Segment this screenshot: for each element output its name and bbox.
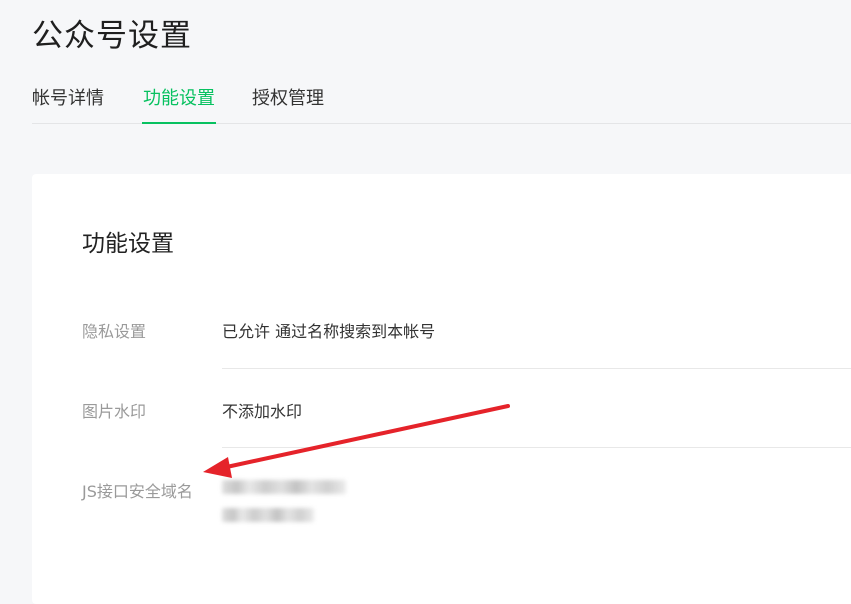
tab-bar: 帐号详情 功能设置 授权管理 bbox=[32, 72, 851, 124]
settings-row-privacy: 隐私设置 已允许 通过名称搜索到本帐号 bbox=[82, 318, 851, 370]
feature-settings-card: 功能设置 隐私设置 已允许 通过名称搜索到本帐号 图片水印 不添加水印 JS接口… bbox=[32, 174, 851, 604]
redacted-domain-1 bbox=[222, 480, 346, 494]
row-label: 图片水印 bbox=[82, 402, 147, 421]
row-value: 不添加水印 bbox=[222, 402, 303, 421]
redacted-domain-2 bbox=[222, 508, 314, 522]
tab-feature-settings[interactable]: 功能设置 bbox=[142, 84, 216, 124]
settings-row-js-domain: JS接口安全域名 bbox=[82, 478, 851, 538]
card-title: 功能设置 bbox=[82, 231, 174, 257]
row-label: JS接口安全域名 bbox=[82, 482, 193, 501]
tab-account-details[interactable]: 帐号详情 bbox=[32, 84, 104, 124]
row-divider bbox=[222, 368, 851, 369]
row-divider bbox=[222, 447, 851, 448]
page-title: 公众号设置 bbox=[32, 18, 192, 54]
tab-authorization-management[interactable]: 授权管理 bbox=[252, 84, 324, 124]
settings-row-watermark: 图片水印 不添加水印 bbox=[82, 398, 851, 450]
row-label: 隐私设置 bbox=[82, 322, 147, 341]
row-value: 已允许 通过名称搜索到本帐号 bbox=[222, 322, 436, 341]
